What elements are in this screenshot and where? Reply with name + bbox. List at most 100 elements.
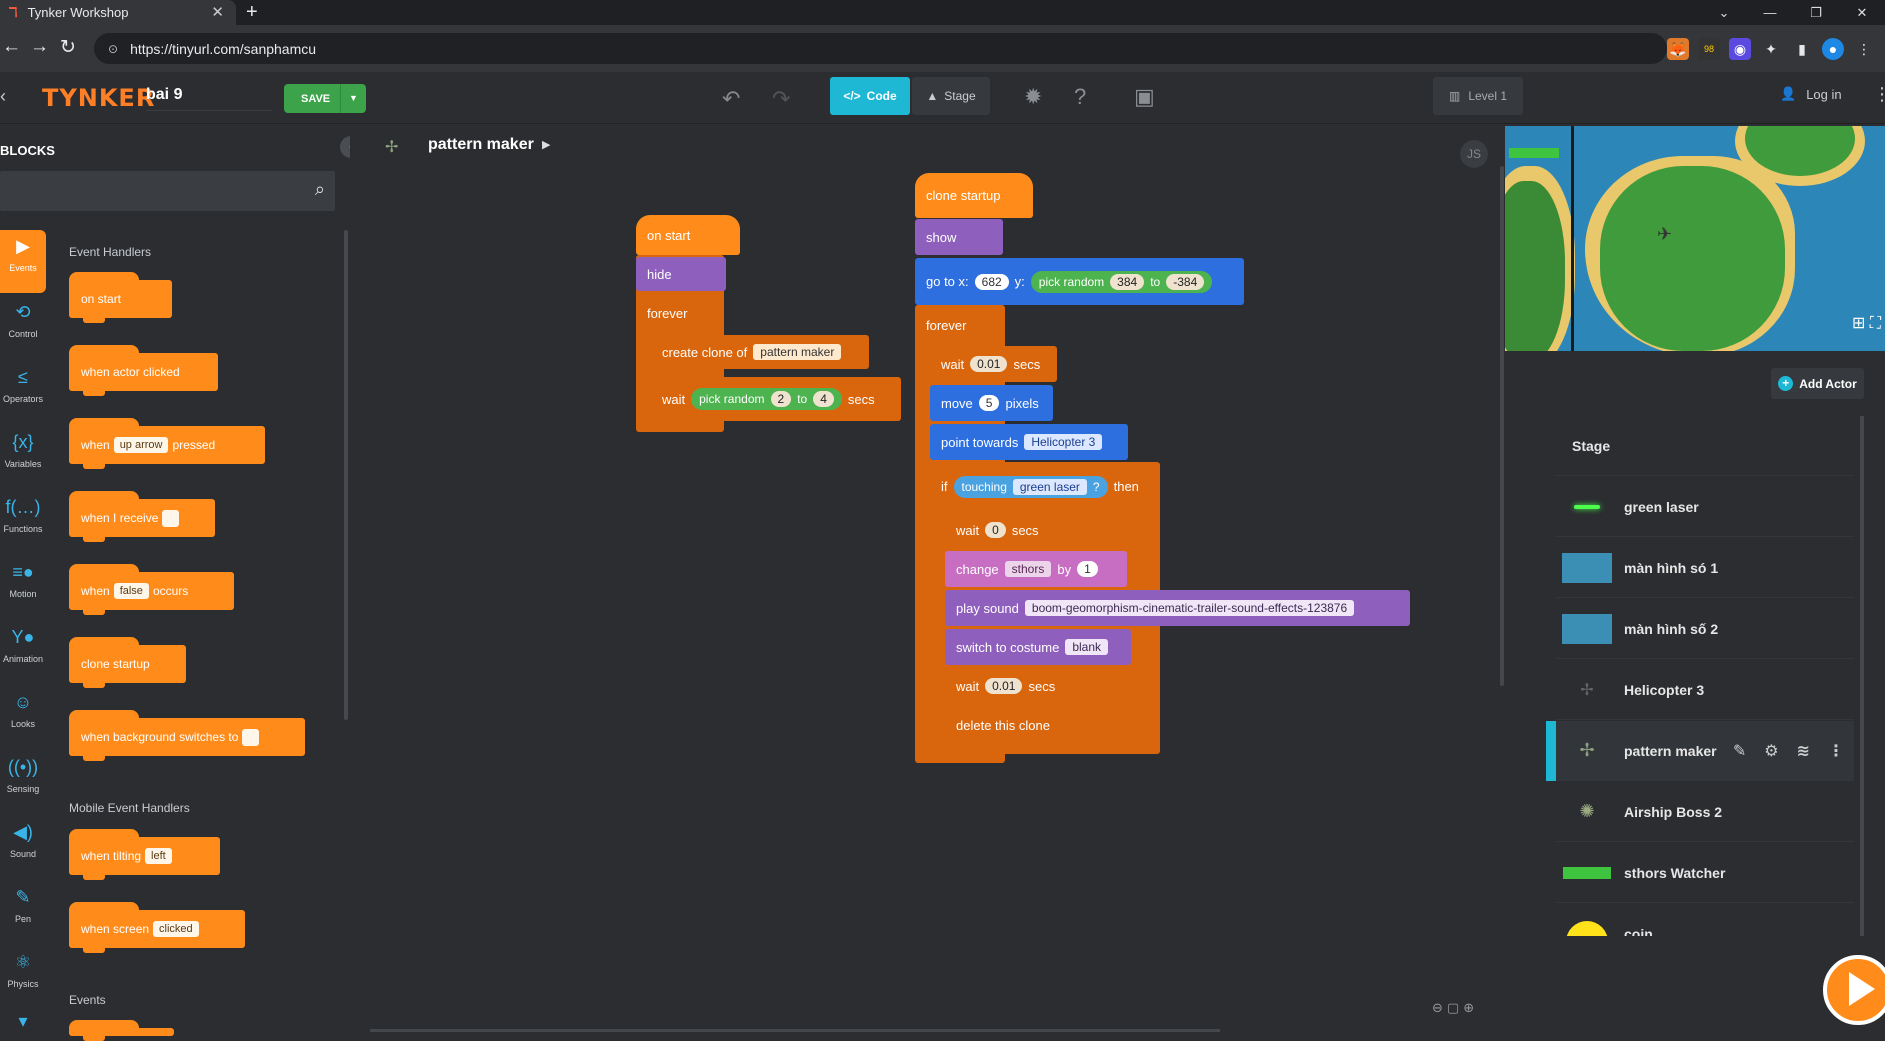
chevron-down-icon[interactable]: ⌄: [1701, 0, 1747, 25]
actor-item-man-hinh-2[interactable]: màn hình số 2: [1556, 599, 1854, 659]
category-pen[interactable]: ✎ Pen: [0, 881, 46, 944]
script-block-wait-1[interactable]: wait 0.01 secs: [930, 346, 1057, 382]
script-block-move[interactable]: move 5 pixels: [930, 385, 1053, 421]
random-max-input[interactable]: 4: [813, 391, 834, 407]
metamask-icon[interactable]: 🦊: [1667, 38, 1689, 60]
tilt-dropdown[interactable]: left: [145, 848, 172, 864]
sidebar-icon[interactable]: ▮: [1791, 38, 1813, 60]
script-block-clone-startup[interactable]: clone startup: [915, 173, 1033, 218]
category-events[interactable]: ▶ Events: [0, 230, 46, 293]
current-actor-name[interactable]: pattern maker: [428, 136, 534, 154]
site-info-icon[interactable]: ⊙: [108, 42, 118, 56]
category-looks[interactable]: ☺ Looks: [0, 686, 46, 749]
touching-target-dropdown[interactable]: green laser: [1012, 478, 1087, 495]
tynker-logo[interactable]: TYNKER: [42, 84, 155, 112]
puzzle-icon[interactable]: ✦: [1760, 38, 1782, 60]
extension-icon[interactable]: 98: [1698, 38, 1720, 60]
palette-block-when-i-receive[interactable]: when I receive: [69, 491, 215, 542]
helicopter-sprite[interactable]: ✈: [1657, 224, 1672, 245]
palette-block-when-actor-clicked[interactable]: when actor clicked: [69, 345, 218, 396]
layers-icon[interactable]: ≋: [1797, 741, 1810, 761]
palette-block-when-background-switches[interactable]: when background switches to: [69, 710, 305, 761]
actor-item-airship-boss-2[interactable]: ✺ Airship Boss 2: [1556, 782, 1854, 842]
wait-input-2[interactable]: 0: [985, 522, 1006, 538]
browser-tab[interactable]: ℸ Tynker Workshop ✕: [0, 0, 236, 25]
tab-stage[interactable]: ▲ Stage: [912, 77, 990, 115]
forward-icon[interactable]: →: [30, 36, 49, 58]
undo-icon[interactable]: ↶: [722, 86, 740, 112]
sound-dropdown[interactable]: boom-geomorphism-cinematic-trailer-sound…: [1024, 600, 1355, 616]
category-control[interactable]: ⟲ Control: [0, 296, 46, 359]
random-min-input[interactable]: 2: [770, 391, 792, 407]
search-icon[interactable]: ⌕: [315, 179, 325, 200]
category-sound[interactable]: ◀) Sound: [0, 816, 46, 879]
canvas-vertical-scrollbar[interactable]: [1500, 166, 1504, 686]
palette-block-clone-startup[interactable]: clone startup: [69, 637, 186, 688]
redo-icon[interactable]: ↷: [772, 86, 790, 112]
actor-item-man-hinh-1[interactable]: màn hình só 1: [1556, 538, 1854, 598]
script-block-switch-costume[interactable]: switch to costume blank: [945, 629, 1131, 665]
close-window-button[interactable]: ✕: [1839, 0, 1885, 25]
costume-dropdown[interactable]: blank: [1065, 639, 1109, 655]
variable-dropdown[interactable]: sthors: [1004, 561, 1052, 577]
script-block-hide[interactable]: hide: [636, 257, 726, 291]
script-block-forever[interactable]: forever: [636, 296, 724, 330]
category-more[interactable]: ▾: [0, 1009, 46, 1033]
script-block-delete-clone[interactable]: delete this clone: [945, 707, 1065, 743]
palette-scrollbar[interactable]: [344, 230, 348, 720]
palette-block-when-occurs[interactable]: when false occurs: [69, 564, 234, 615]
canvas-horizontal-scrollbar[interactable]: [370, 1029, 1220, 1032]
category-animation[interactable]: Y● Animation: [0, 621, 46, 684]
pick-random-reporter[interactable]: pick random 2 to 4: [691, 388, 842, 410]
stage-preview[interactable]: ✈ ⊞ ⛶: [1505, 126, 1885, 351]
wait-input-1[interactable]: 0.01: [970, 356, 1008, 372]
script-block-if[interactable]: if touching green laser? then: [930, 463, 1160, 510]
backpack-icon[interactable]: ▣: [1134, 84, 1155, 110]
blocks-search-input[interactable]: ⌕: [0, 171, 335, 211]
condition-slot[interactable]: false: [113, 583, 149, 599]
zoom-reset-icon[interactable]: ▢: [1447, 1000, 1459, 1016]
touching-reporter[interactable]: touching green laser?: [953, 475, 1108, 498]
palette-block-on-start[interactable]: on start: [69, 272, 172, 323]
js-toggle-button[interactable]: JS: [1460, 140, 1488, 168]
caret-right-icon[interactable]: ▶: [542, 138, 550, 151]
url-input[interactable]: ⊙ https://tinyurl.com/sanphamcu: [94, 33, 1667, 64]
extension-icon[interactable]: ◉: [1729, 38, 1751, 60]
wait-input-3[interactable]: 0.01: [985, 678, 1023, 694]
script-block-go-to[interactable]: go to x: 682 y: pick random 384 to -384: [915, 258, 1244, 305]
key-dropdown[interactable]: up arrow: [113, 437, 169, 453]
category-physics[interactable]: ⚛ Physics: [0, 946, 46, 1009]
actor-item-sthors-watcher[interactable]: sthors Watcher: [1556, 843, 1854, 903]
script-block-wait-2[interactable]: wait 0 secs: [945, 512, 1055, 548]
random-max-input-2[interactable]: -384: [1166, 273, 1205, 290]
background-dropdown[interactable]: [242, 728, 260, 746]
script-block-change-variable[interactable]: change sthors by 1: [945, 551, 1127, 587]
palette-block-when-tilting[interactable]: when tilting left: [69, 829, 220, 880]
script-block-show[interactable]: show: [915, 219, 1003, 255]
actor-item-coin[interactable]: coin: [1556, 904, 1854, 936]
actor-list-scrollbar[interactable]: [1860, 416, 1864, 936]
change-amount-input[interactable]: 1: [1077, 561, 1098, 577]
script-block-play-sound[interactable]: play sound boom-geomorphism-cinematic-tra…: [945, 590, 1410, 626]
help-icon[interactable]: ?: [1074, 84, 1086, 110]
point-target-dropdown[interactable]: Helicopter 3: [1024, 434, 1103, 450]
category-motion[interactable]: ≡● Motion: [0, 556, 46, 619]
level-button[interactable]: ▥ Level 1: [1433, 77, 1523, 115]
new-tab-button[interactable]: +: [246, 1, 258, 24]
back-icon[interactable]: ←: [2, 36, 21, 58]
avatar[interactable]: ●: [1822, 38, 1844, 60]
actor-item-stage[interactable]: Stage: [1556, 416, 1854, 476]
edit-icon[interactable]: ✎: [1733, 741, 1746, 761]
script-block-on-start[interactable]: on start: [636, 215, 740, 255]
save-dropdown-icon[interactable]: ▼: [340, 84, 366, 113]
random-min-input-2[interactable]: 384: [1110, 273, 1145, 290]
script-block-forever-2[interactable]: forever: [915, 307, 1003, 343]
stage-view-icons[interactable]: ⊞ ⛶: [1852, 313, 1881, 333]
category-operators[interactable]: ≤ Operators: [0, 361, 46, 424]
palette-block-when-screen[interactable]: when screen clicked: [69, 902, 245, 953]
goto-x-input[interactable]: 682: [974, 273, 1009, 290]
tab-code[interactable]: </> Code: [830, 77, 910, 115]
move-steps-input[interactable]: 5: [978, 395, 1000, 411]
back-chevron-icon[interactable]: ‹: [0, 86, 6, 107]
script-block-point-towards[interactable]: point towards Helicopter 3: [930, 424, 1128, 460]
